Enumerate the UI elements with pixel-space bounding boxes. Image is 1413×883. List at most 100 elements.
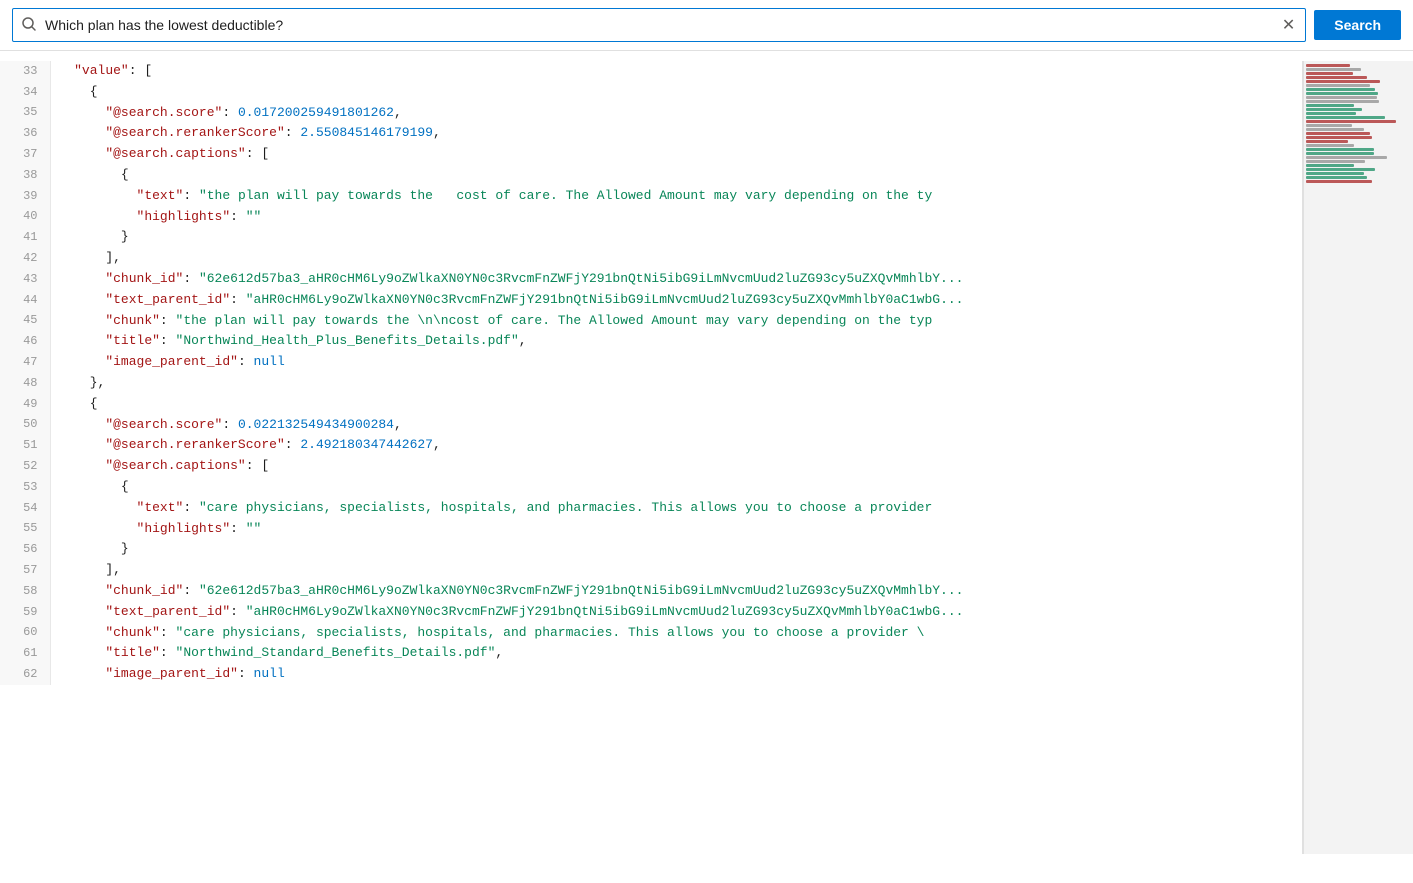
line-content: { [50,394,1302,415]
json-number: 0.017200259491801262 [238,105,394,120]
json-punct: , [394,417,402,432]
line-content: }, [50,373,1302,394]
line-number: 62 [0,664,50,685]
minimap-line [1306,72,1353,75]
table-row: 41 } [0,227,1302,248]
line-number: 60 [0,623,50,644]
line-content: "@search.rerankerScore": 2.4921803474426… [50,435,1302,456]
json-punct [59,229,121,244]
json-number: 0.022132549434900284 [238,417,394,432]
search-input[interactable] [45,17,1272,33]
line-number: 44 [0,290,50,311]
json-punct: : [183,188,199,203]
minimap-content [1304,61,1413,186]
line-content: "value": [ [50,61,1302,82]
json-string: "62e612d57ba3_aHR0cHM6Ly9oZWlkaXN0YN0c3R… [199,271,964,286]
minimap-line [1306,108,1362,111]
line-number: 35 [0,103,50,124]
json-punct: : [160,625,176,640]
minimap-line [1306,144,1354,147]
line-number: 39 [0,186,50,207]
json-punct [59,604,106,619]
minimap-line [1306,116,1385,119]
line-number: 46 [0,331,50,352]
table-row: 58 "chunk_id": "62e612d57ba3_aHR0cHM6Ly9… [0,581,1302,602]
json-punct [59,167,121,182]
json-punct: : [ [246,146,269,161]
minimap-line [1306,88,1375,91]
json-punct: : [ [246,458,269,473]
minimap-line [1306,140,1348,143]
line-content: "highlights": "" [50,519,1302,540]
line-number: 47 [0,352,50,373]
line-content: { [50,165,1302,186]
table-row: 54 "text": "care physicians, specialists… [0,498,1302,519]
code-table: 33 "value": [34 {35 "@search.score": 0.0… [0,61,1302,685]
table-row: 50 "@search.score": 0.022132549434900284… [0,415,1302,436]
line-number: 52 [0,456,50,477]
line-content: "chunk_id": "62e612d57ba3_aHR0cHM6Ly9oZW… [50,581,1302,602]
line-number: 34 [0,82,50,103]
minimap-line [1306,104,1354,107]
minimap-line [1306,128,1364,131]
json-punct: : [230,604,246,619]
table-row: 49 { [0,394,1302,415]
clear-button[interactable]: ✕ [1280,13,1297,37]
minimap-line [1306,156,1387,159]
json-punct: } [121,229,129,244]
json-key: "value" [74,63,129,78]
search-button[interactable]: Search [1314,10,1401,40]
minimap[interactable] [1303,61,1413,854]
json-punct [59,666,106,681]
minimap-line [1306,120,1396,123]
table-row: 34 { [0,82,1302,103]
json-key: "highlights" [137,209,231,224]
table-row: 61 "title": "Northwind_Standard_Benefits… [0,643,1302,664]
minimap-line [1306,148,1374,151]
minimap-line [1306,80,1380,83]
json-punct: { [121,479,129,494]
json-string: "62e612d57ba3_aHR0cHM6Ly9oZWlkaXN0YN0c3R… [199,583,964,598]
json-punct [59,146,106,161]
line-content: ], [50,560,1302,581]
line-number: 49 [0,394,50,415]
json-key: "highlights" [137,521,231,536]
table-row: 55 "highlights": "" [0,519,1302,540]
json-punct: }, [90,375,106,390]
json-punct: } [121,541,129,556]
json-punct: : [222,105,238,120]
line-content: "title": "Northwind_Standard_Benefits_De… [50,643,1302,664]
minimap-line [1306,92,1378,95]
code-viewer[interactable]: 33 "value": [34 {35 "@search.score": 0.0… [0,61,1303,854]
table-row: 45 "chunk": "the plan will pay towards t… [0,311,1302,332]
table-row: 60 "chunk": "care physicians, specialist… [0,623,1302,644]
line-content: "text": "the plan will pay towards the c… [50,186,1302,207]
json-key: "title" [105,333,160,348]
json-punct: : [ [129,63,152,78]
json-key: "chunk" [105,625,160,640]
table-row: 43 "chunk_id": "62e612d57ba3_aHR0cHM6Ly9… [0,269,1302,290]
minimap-line [1306,152,1374,155]
json-punct [59,521,137,536]
line-number: 45 [0,311,50,332]
line-number: 42 [0,248,50,269]
json-punct [59,125,106,140]
json-key: "chunk_id" [105,583,183,598]
json-string: "" [246,521,262,536]
json-punct [59,209,137,224]
json-punct [59,437,106,452]
json-punct [59,271,106,286]
json-punct [59,313,106,328]
json-punct: : [222,417,238,432]
line-number: 54 [0,498,50,519]
json-punct: : [183,500,199,515]
line-number: 58 [0,581,50,602]
table-row: 62 "image_parent_id": null [0,664,1302,685]
line-content: { [50,82,1302,103]
line-content: { [50,477,1302,498]
table-row: 46 "title": "Northwind_Health_Plus_Benef… [0,331,1302,352]
minimap-line [1306,64,1350,67]
search-input-wrapper: ✕ [12,8,1306,42]
json-punct [59,250,106,265]
json-punct [59,354,106,369]
